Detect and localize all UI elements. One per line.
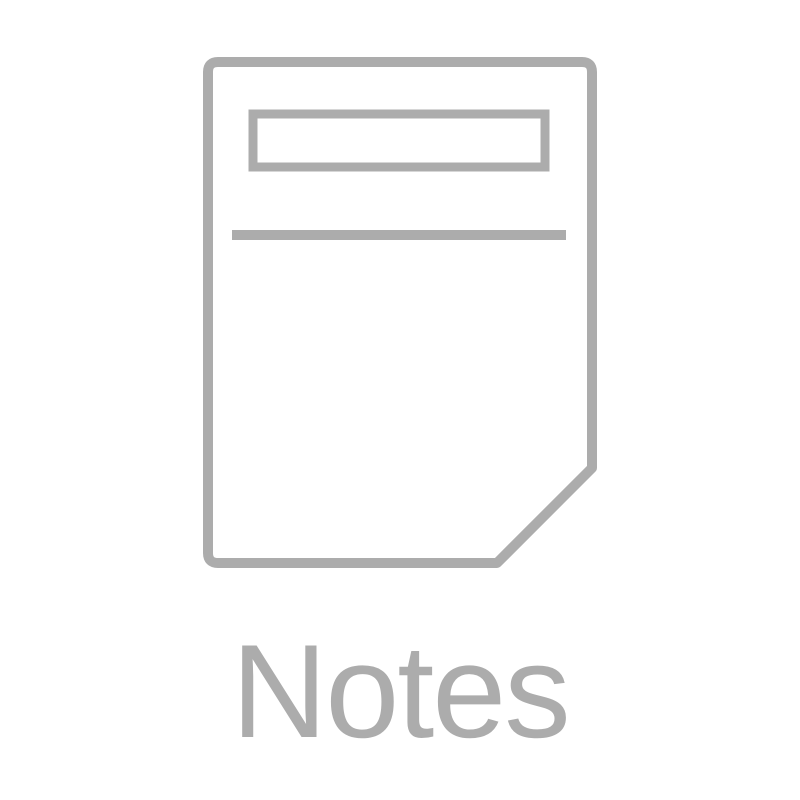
document-outline xyxy=(203,57,597,568)
notes-app-tile[interactable]: Notes xyxy=(0,0,800,800)
title-box xyxy=(248,109,550,172)
notes-document-icon xyxy=(203,57,597,568)
app-label: Notes xyxy=(231,618,570,766)
